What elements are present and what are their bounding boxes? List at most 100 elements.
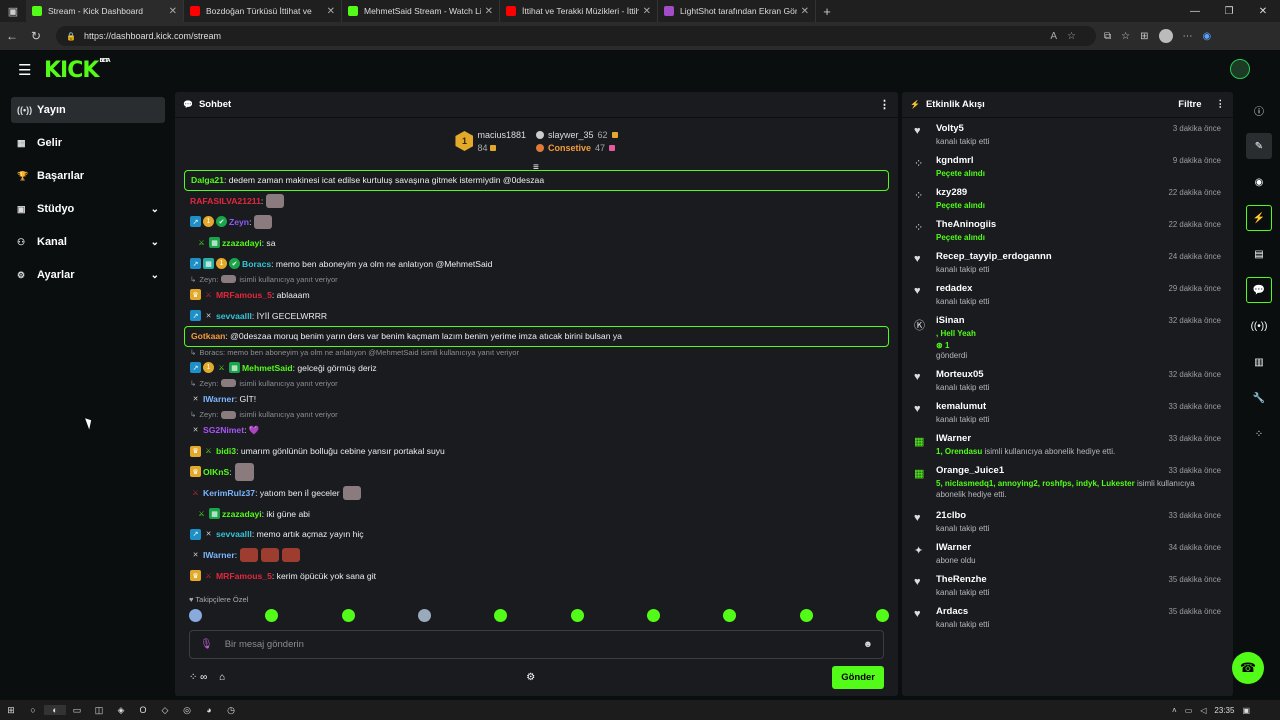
store-icon[interactable]: ⌂ — [219, 672, 225, 683]
emote-icon[interactable] — [494, 609, 508, 622]
activity-item[interactable]: ♥ Recep_tayyip_erdogannn kanalı takip etti… — [902, 251, 1233, 274]
chat-message[interactable]: ↗ ✕ sevvaalll: memo artık açmaz yayın hiç — [184, 524, 889, 545]
more-options-icon[interactable]: ⋮ — [879, 98, 890, 111]
chat-message[interactable]: ⚔ KerimRulz37: yatıom ben iİ geceler — [184, 482, 889, 503]
favorites-icon[interactable]: ☆ — [1121, 31, 1130, 42]
close-icon[interactable]: ✕ — [485, 6, 493, 17]
chat-username[interactable]: IWarner — [203, 394, 235, 404]
notes-icon[interactable]: ▤ — [1246, 241, 1272, 267]
reply-context[interactable]: ↳ Zeyn: isimli kullanıcıya yanıt veriyor — [184, 274, 889, 285]
activity-item[interactable]: ♥ 21clbo kanalı takip etti 33 dakika önce — [902, 510, 1233, 533]
more-options-icon[interactable]: ⋮ — [1216, 99, 1226, 110]
emote-icon[interactable] — [265, 609, 279, 622]
broadcast-icon[interactable]: ((•)) — [1246, 313, 1272, 339]
activity-item[interactable]: ⁘ kzy289 Peçete alındı 22 dakika önce — [902, 187, 1233, 210]
chat-message[interactable]: ↗ ▦ 1 ✔ Boracs: memo ben aboneyim ya olm ne … — [184, 253, 889, 274]
volume-icon[interactable]: ◁ — [1200, 706, 1206, 715]
emote-icon[interactable] — [570, 609, 584, 622]
chat-message[interactable]: ♛ ⚔ bidi3: umarım gönlünün bolluğu cebine … — [184, 441, 889, 462]
new-tab-button[interactable]: + — [816, 4, 838, 19]
chat-message[interactable]: ♛ ⚔ MRFamous_5: ablaaam — [184, 284, 889, 305]
send-button[interactable]: Gönder — [832, 665, 884, 689]
close-icon[interactable]: ✕ — [327, 6, 335, 17]
close-icon[interactable]: ✕ — [801, 6, 809, 17]
minimize-button[interactable]: — — [1178, 6, 1212, 17]
reply-context[interactable]: ↳ Zeyn: isimli kullanıcıya yanıt veriyor — [184, 409, 889, 420]
chat-username[interactable]: Gotkaan — [191, 331, 225, 341]
info-icon[interactable]: ⓘ — [1246, 97, 1272, 123]
chat-username[interactable]: sevvaalll — [216, 311, 252, 321]
browser-tab-mehmetsaid[interactable]: MehmetSaid Stream - Watch Live ✕ — [342, 0, 500, 22]
chevron-down-icon[interactable]: ⌄ — [151, 270, 159, 281]
chat-message[interactable]: ↗ 1 ⚔ ▦ MehmetSaid: gelceği görmüş deriz — [184, 357, 889, 378]
activity-item[interactable]: ⁘ TheAninogiis Peçete alındı 22 dakika önce — [902, 219, 1233, 242]
activity-item[interactable]: ♥ Morteux05 kanalı takip etti 32 dakika önc… — [902, 369, 1233, 392]
wrench-icon[interactable]: 🔧 — [1246, 385, 1272, 411]
activity-item[interactable]: ♥ redadex kanalı takip etti 29 dakika önce — [902, 283, 1233, 306]
chat-username[interactable]: MehmetSaid — [242, 363, 293, 373]
chat-username[interactable]: MRFamous_5 — [216, 571, 272, 581]
activity-item[interactable]: ♥ Ardacs kanalı takip etti 35 dakika önce — [902, 606, 1233, 629]
back-icon[interactable]: ← — [0, 29, 24, 43]
sidebar-item-studyo[interactable]: ▣ Stüdyo ⌄ — [11, 196, 165, 222]
network-icon[interactable]: ▭ — [1185, 706, 1193, 715]
sidebar-item-basarilar[interactable]: 🏆 Başarılar — [11, 163, 165, 189]
profile-avatar[interactable] — [1158, 29, 1173, 43]
emote-icon[interactable] — [646, 609, 660, 622]
activity-item[interactable]: ⓀiSinan, Hell Yeah ⊛ 1 gönderdi 32 dakika ö… — [902, 315, 1233, 360]
activity-lightning-icon[interactable]: ⚡ — [1246, 205, 1272, 231]
browser-tab-stream-dashboard[interactable]: Stream - Kick Dashboard ✕ — [26, 0, 184, 22]
kick-points-icon[interactable]: ⁘ ∞ — [189, 672, 207, 683]
microphone-icon[interactable]: 🎙 — [200, 639, 213, 650]
chat-username[interactable]: IWarner — [203, 550, 235, 560]
steam-icon[interactable]: ◎ — [176, 705, 198, 716]
chat-message[interactable]: ♛ ⚔ MRFamous_5: kerim öpücük yok sana git — [184, 566, 889, 587]
clock-app-icon[interactable]: ◷ — [220, 705, 242, 716]
chat-toggle-icon[interactable]: 💬 — [1246, 277, 1272, 303]
chat-message[interactable]: Gotkaan: @0deszaa moruq benim yarın ders… — [184, 326, 889, 347]
chat-message[interactable]: ✕ IWarner: GİT! — [184, 389, 889, 410]
maximize-button[interactable]: ❐ — [1212, 6, 1246, 17]
chat-message[interactable]: Dalga21: dedem zaman makinesi icat edils… — [184, 170, 889, 191]
chat-message-input[interactable]: 🎙 Bir mesaj gönderin ☻ — [189, 630, 884, 659]
emote-icon[interactable] — [417, 609, 431, 622]
chat-message[interactable]: ⚔ ▦ zzazadayi: iki güne abi — [184, 503, 889, 524]
chat-username[interactable]: SG2Nimet — [203, 425, 244, 435]
refresh-icon[interactable]: ↻ — [24, 29, 48, 43]
sidebar-item-ayarlar[interactable]: ⚙ Ayarlar ⌄ — [11, 262, 165, 288]
reply-context[interactable]: ↳ Boracs: memo ben aboneyim ya olm ne anl… — [184, 347, 889, 358]
leaderboard-third[interactable]: Consetive 47 — [535, 143, 618, 153]
filter-button[interactable]: Filtre — [1178, 99, 1201, 110]
url-field[interactable]: 🔒 https://dashboard.kick.com/stream A☆ — [56, 26, 1096, 46]
chat-settings-gear-icon[interactable]: ⚙ — [526, 672, 535, 683]
edit-icon[interactable]: ✎ — [1246, 133, 1272, 159]
chat-username[interactable]: MRFamous_5 — [216, 290, 272, 300]
chat-message[interactable]: ♛ OIKnS: — [184, 462, 889, 483]
emote-icon[interactable] — [799, 609, 813, 622]
chat-username[interactable]: Boracs — [242, 259, 271, 269]
clock-time[interactable]: 23:35 — [1214, 706, 1234, 715]
chat-username[interactable]: KerimRulz37 — [203, 488, 255, 498]
activity-item[interactable]: ♥ Volty5 kanalı takip etti 3 dakika önce — [902, 123, 1233, 146]
emoji-picker-icon[interactable]: ☻ — [863, 639, 873, 650]
activity-item[interactable]: ✦ IWarner abone oldu 34 dakika önce — [902, 542, 1233, 565]
chat-message[interactable]: ↗ ✕ sevvaalll: İYİİ GECELWRRR — [184, 305, 889, 326]
sidebar-item-kanal[interactable]: ⚇ Kanal ⌄ — [11, 229, 165, 255]
chat-username[interactable]: zzazadayi — [222, 509, 262, 519]
chevron-down-icon[interactable]: ⌄ — [151, 237, 159, 248]
opera-icon[interactable]: O — [132, 705, 154, 715]
chat-message[interactable]: ✕ SG2Nimet: 💜 — [184, 420, 889, 441]
chat-username[interactable]: Zeyn — [229, 217, 249, 227]
leaderboard-first[interactable]: 1 macius1881 84 — [455, 130, 526, 153]
leaderboard-second[interactable]: slaywer_35 62 — [535, 130, 618, 140]
copilot-icon[interactable]: ◈ — [110, 705, 132, 716]
stack-icon[interactable]: ▥ — [1246, 349, 1272, 375]
windows-start-icon[interactable]: ⊞ — [0, 705, 22, 716]
chevron-up-icon[interactable]: ˄ — [1172, 706, 1177, 715]
close-icon[interactable]: ✕ — [169, 6, 177, 17]
chat-message[interactable]: ↗ 1 ✔ Zeyn: — [184, 212, 889, 233]
camera-icon[interactable]: ◉ — [1246, 169, 1272, 195]
activity-item[interactable]: ♥ kemalumut kanalı takip etti 33 dakika önc… — [902, 401, 1233, 424]
activity-item[interactable]: ▦ Orange_Juice1 5, niclasmedq1, annoying2,… — [902, 465, 1233, 501]
notifications-icon[interactable]: ▣ — [1242, 706, 1250, 715]
